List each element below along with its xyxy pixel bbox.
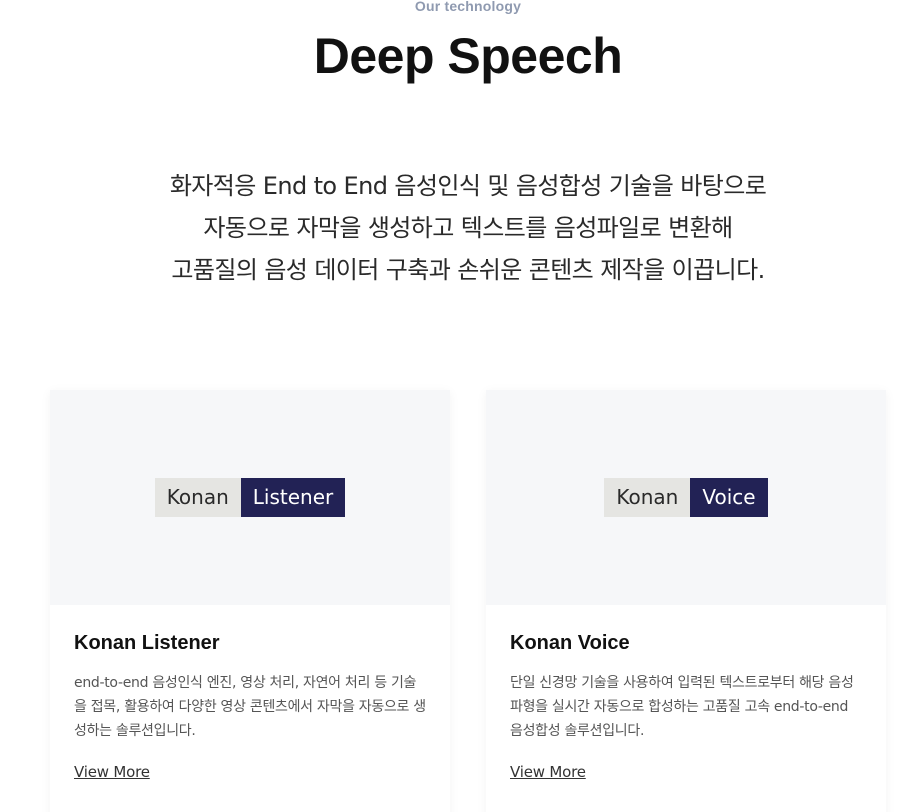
konan-voice-logo: Konan Voice — [604, 478, 768, 517]
logo-part-konan: Konan — [604, 478, 691, 517]
konan-listener-logo: Konan Listener — [154, 478, 346, 517]
section-description: 화자적응 End to End 음성인식 및 음성합성 기술을 바탕으로 자동으… — [0, 165, 899, 291]
card-body: Konan Voice 단일 신경망 기술을 사용하여 입력된 텍스트로부터 해… — [486, 605, 886, 781]
description-line-3: 고품질의 음성 데이터 구축과 손쉬운 콘텐츠 제작을 이끕니다. — [171, 256, 765, 284]
card-title: Konan Voice — [510, 632, 630, 654]
card-media: Konan Voice — [486, 390, 886, 605]
card-title: Konan Listener — [74, 632, 220, 654]
card-description: end-to-end 음성인식 엔진, 영상 처리, 자연어 처리 등 기술을 … — [74, 675, 426, 739]
page-title: Deep Speech — [313, 28, 623, 84]
section-eyebrow: Our technology — [414, 0, 522, 14]
product-card-konan-listener: Konan Listener Konan Listener end-to-end… — [50, 390, 450, 812]
logo-part-konan: Konan — [154, 478, 241, 517]
description-line-2: 자동으로 자막을 생성하고 텍스트를 음성파일로 변환해 — [203, 214, 733, 242]
logo-part-product: Listener — [240, 478, 346, 517]
card-media: Konan Listener — [50, 390, 450, 605]
view-more-link[interactable]: View More — [74, 763, 150, 781]
card-body: Konan Listener end-to-end 음성인식 엔진, 영상 처리… — [50, 605, 450, 781]
description-line-1: 화자적응 End to End 음성인식 및 음성합성 기술을 바탕으로 — [169, 172, 767, 200]
view-more-link[interactable]: View More — [510, 763, 586, 781]
product-card-konan-voice: Konan Voice Konan Voice 단일 신경망 기술을 사용하여 … — [486, 390, 886, 812]
card-description: 단일 신경망 기술을 사용하여 입력된 텍스트로부터 해당 음성파형을 실시간 … — [510, 675, 854, 739]
logo-part-product: Voice — [690, 478, 768, 517]
